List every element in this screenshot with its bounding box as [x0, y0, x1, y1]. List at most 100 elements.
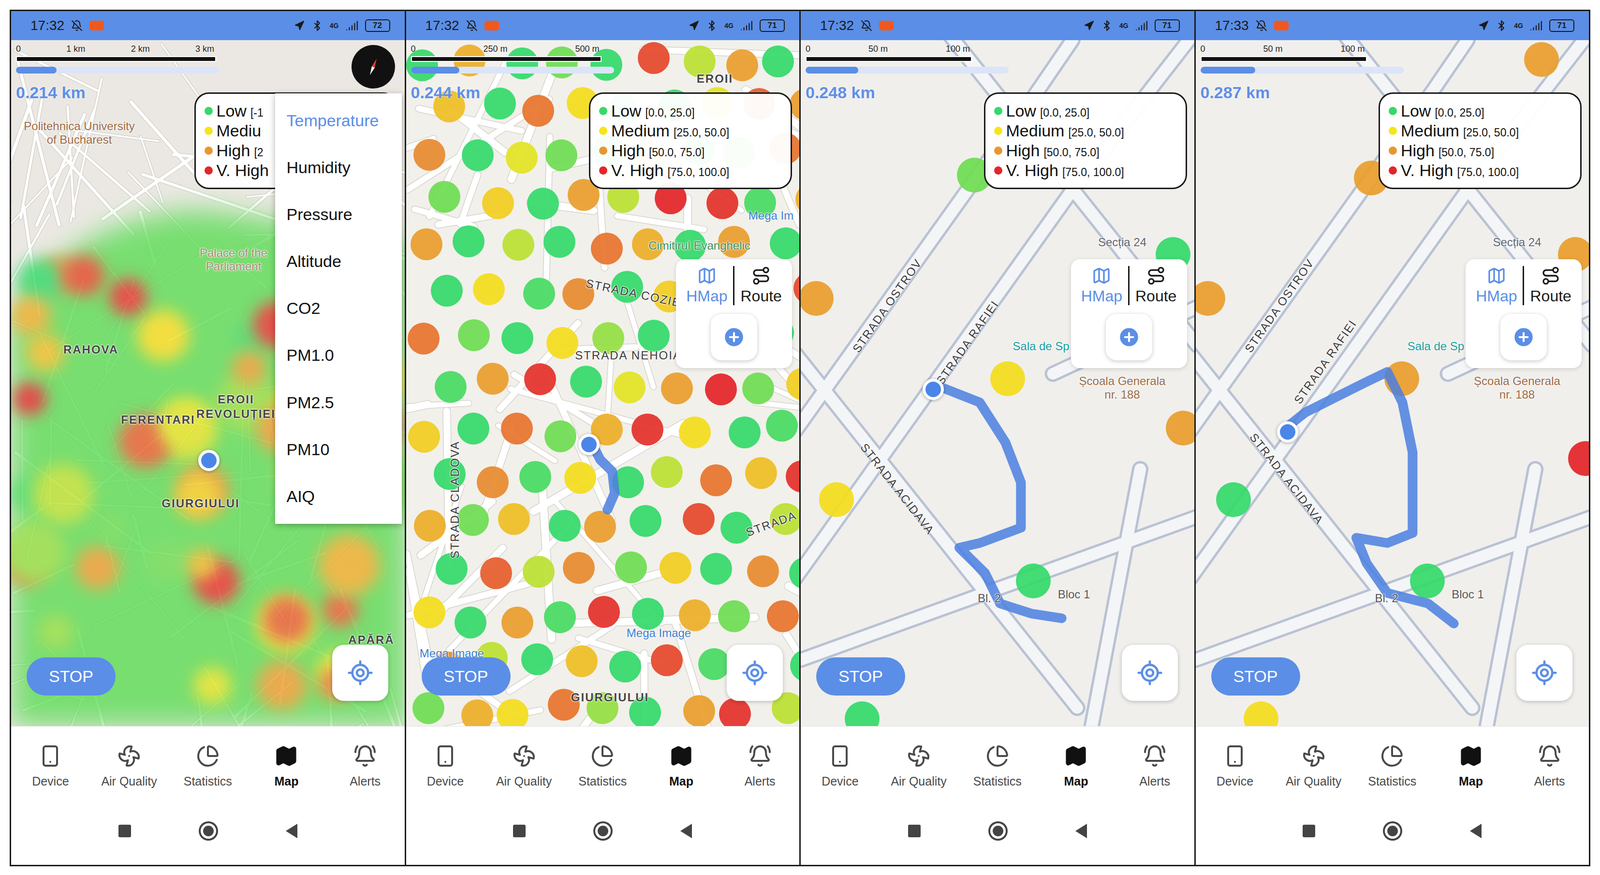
- reading-dot[interactable]: [484, 87, 516, 120]
- reading-dot[interactable]: [472, 273, 505, 306]
- back-icon[interactable]: [1469, 823, 1482, 838]
- nav-item[interactable]: Map: [642, 726, 721, 807]
- nav-item[interactable]: Alerts: [1115, 726, 1195, 807]
- reading-dot[interactable]: [501, 606, 534, 639]
- reading-marker[interactable]: [1195, 280, 1226, 316]
- recents-icon[interactable]: [513, 824, 526, 837]
- map-mode-button[interactable]: HMap: [1075, 265, 1129, 306]
- reading-dot[interactable]: [562, 551, 595, 584]
- menu-item[interactable]: CO2: [275, 284, 402, 332]
- reading-marker[interactable]: [819, 482, 854, 517]
- reading-dot[interactable]: [584, 510, 617, 543]
- reading-marker[interactable]: [800, 280, 834, 316]
- reading-dot[interactable]: [452, 225, 485, 258]
- reading-dot[interactable]: [548, 509, 581, 542]
- reading-dot[interactable]: [590, 232, 623, 265]
- reading-dot[interactable]: [457, 412, 490, 445]
- reading-dot[interactable]: [682, 502, 715, 535]
- reading-marker[interactable]: [1243, 701, 1279, 726]
- nav-item[interactable]: Air Quality: [879, 726, 959, 807]
- reading-dot[interactable]: [704, 373, 737, 406]
- reading-dot[interactable]: [410, 228, 443, 261]
- menu-item[interactable]: PM10: [275, 425, 402, 473]
- nav-item[interactable]: Map: [1036, 726, 1116, 807]
- reading-dot[interactable]: [678, 599, 711, 632]
- menu-item[interactable]: Temperature: [275, 97, 402, 145]
- recents-icon[interactable]: [908, 824, 921, 837]
- reading-dot[interactable]: [659, 551, 692, 584]
- nav-item[interactable]: Device: [11, 726, 90, 807]
- reading-marker[interactable]: [1409, 563, 1445, 599]
- reading-dot[interactable]: [522, 555, 555, 588]
- reading-dot[interactable]: [523, 277, 556, 310]
- reading-dot[interactable]: [461, 139, 494, 172]
- reading-dot[interactable]: [762, 45, 794, 78]
- reading-dot[interactable]: [505, 141, 538, 174]
- nav-item[interactable]: Statistics: [1352, 726, 1432, 807]
- reading-dot[interactable]: [521, 643, 554, 676]
- reading-dot[interactable]: [461, 699, 494, 726]
- reading-dot[interactable]: [524, 363, 557, 396]
- reading-dot[interactable]: [543, 225, 576, 258]
- reading-dot[interactable]: [700, 552, 733, 585]
- recents-icon[interactable]: [1302, 824, 1316, 837]
- reading-dot[interactable]: [769, 227, 800, 260]
- nav-item[interactable]: Map: [247, 726, 326, 807]
- reading-dot[interactable]: [457, 319, 490, 352]
- locate-button[interactable]: [332, 644, 389, 701]
- reading-dot[interactable]: [587, 595, 620, 628]
- menu-item[interactable]: Pressure: [275, 190, 402, 238]
- back-icon[interactable]: [285, 823, 298, 838]
- reading-dot[interactable]: [742, 372, 775, 405]
- nav-item[interactable]: Device: [800, 726, 880, 807]
- reading-dot[interactable]: [501, 322, 534, 354]
- reading-dot[interactable]: [565, 645, 598, 677]
- reading-dot[interactable]: [698, 647, 731, 680]
- add-button[interactable]: [1500, 313, 1547, 361]
- reading-dot[interactable]: [590, 48, 623, 81]
- reading-dot[interactable]: [564, 461, 597, 494]
- reading-dot[interactable]: [718, 600, 750, 632]
- locate-button[interactable]: [1121, 644, 1178, 701]
- reading-dot[interactable]: [430, 274, 463, 307]
- reading-dot[interactable]: [631, 597, 664, 630]
- reading-dot[interactable]: [719, 697, 751, 726]
- reading-dot[interactable]: [637, 42, 670, 74]
- reading-marker[interactable]: [1216, 482, 1251, 517]
- nav-item[interactable]: Device: [406, 726, 485, 807]
- reading-dot[interactable]: [408, 420, 441, 453]
- reading-dot[interactable]: [546, 326, 579, 359]
- stop-button[interactable]: STOP: [1211, 657, 1301, 696]
- map-mode-button[interactable]: Route: [1129, 265, 1183, 306]
- reading-dot[interactable]: [428, 180, 461, 213]
- reading-dot[interactable]: [545, 139, 578, 172]
- reading-dot[interactable]: [482, 187, 514, 220]
- reading-dot[interactable]: [406, 49, 439, 82]
- map-view[interactable]: EROIICimitirul EvanghelicSTRADA COZIESTR…: [406, 40, 800, 726]
- locate-button[interactable]: [1516, 644, 1573, 701]
- reading-marker[interactable]: [1015, 563, 1051, 599]
- reading-dot[interactable]: [544, 420, 577, 453]
- nav-item[interactable]: Alerts: [1510, 726, 1589, 807]
- nav-item[interactable]: Air Quality: [484, 726, 564, 807]
- reading-marker[interactable]: [1524, 42, 1559, 77]
- reading-dot[interactable]: [678, 416, 711, 449]
- home-icon[interactable]: [200, 822, 217, 839]
- compass-button[interactable]: [351, 44, 396, 89]
- stop-button[interactable]: STOP: [816, 657, 906, 696]
- menu-item[interactable]: PM2.5: [275, 379, 402, 426]
- map-mode-button[interactable]: Route: [734, 265, 788, 306]
- locate-button[interactable]: [726, 644, 783, 701]
- add-button[interactable]: [1105, 313, 1153, 361]
- reading-marker[interactable]: [844, 701, 880, 726]
- reading-marker[interactable]: [1165, 410, 1195, 446]
- reading-dot[interactable]: [650, 644, 683, 676]
- nav-item[interactable]: Statistics: [957, 726, 1037, 807]
- map-view[interactable]: Politehnica Universityof BucharestPalace…: [11, 40, 405, 726]
- map-view[interactable]: STRADA OSTROVSTRADA RAFIEISTRADA ACIDAVA…: [1195, 40, 1590, 726]
- reading-marker[interactable]: [990, 361, 1026, 397]
- nav-item[interactable]: Map: [1431, 726, 1511, 807]
- menu-item[interactable]: Altitude: [275, 237, 402, 285]
- stop-button[interactable]: STOP: [26, 657, 116, 696]
- reading-dot[interactable]: [413, 138, 446, 171]
